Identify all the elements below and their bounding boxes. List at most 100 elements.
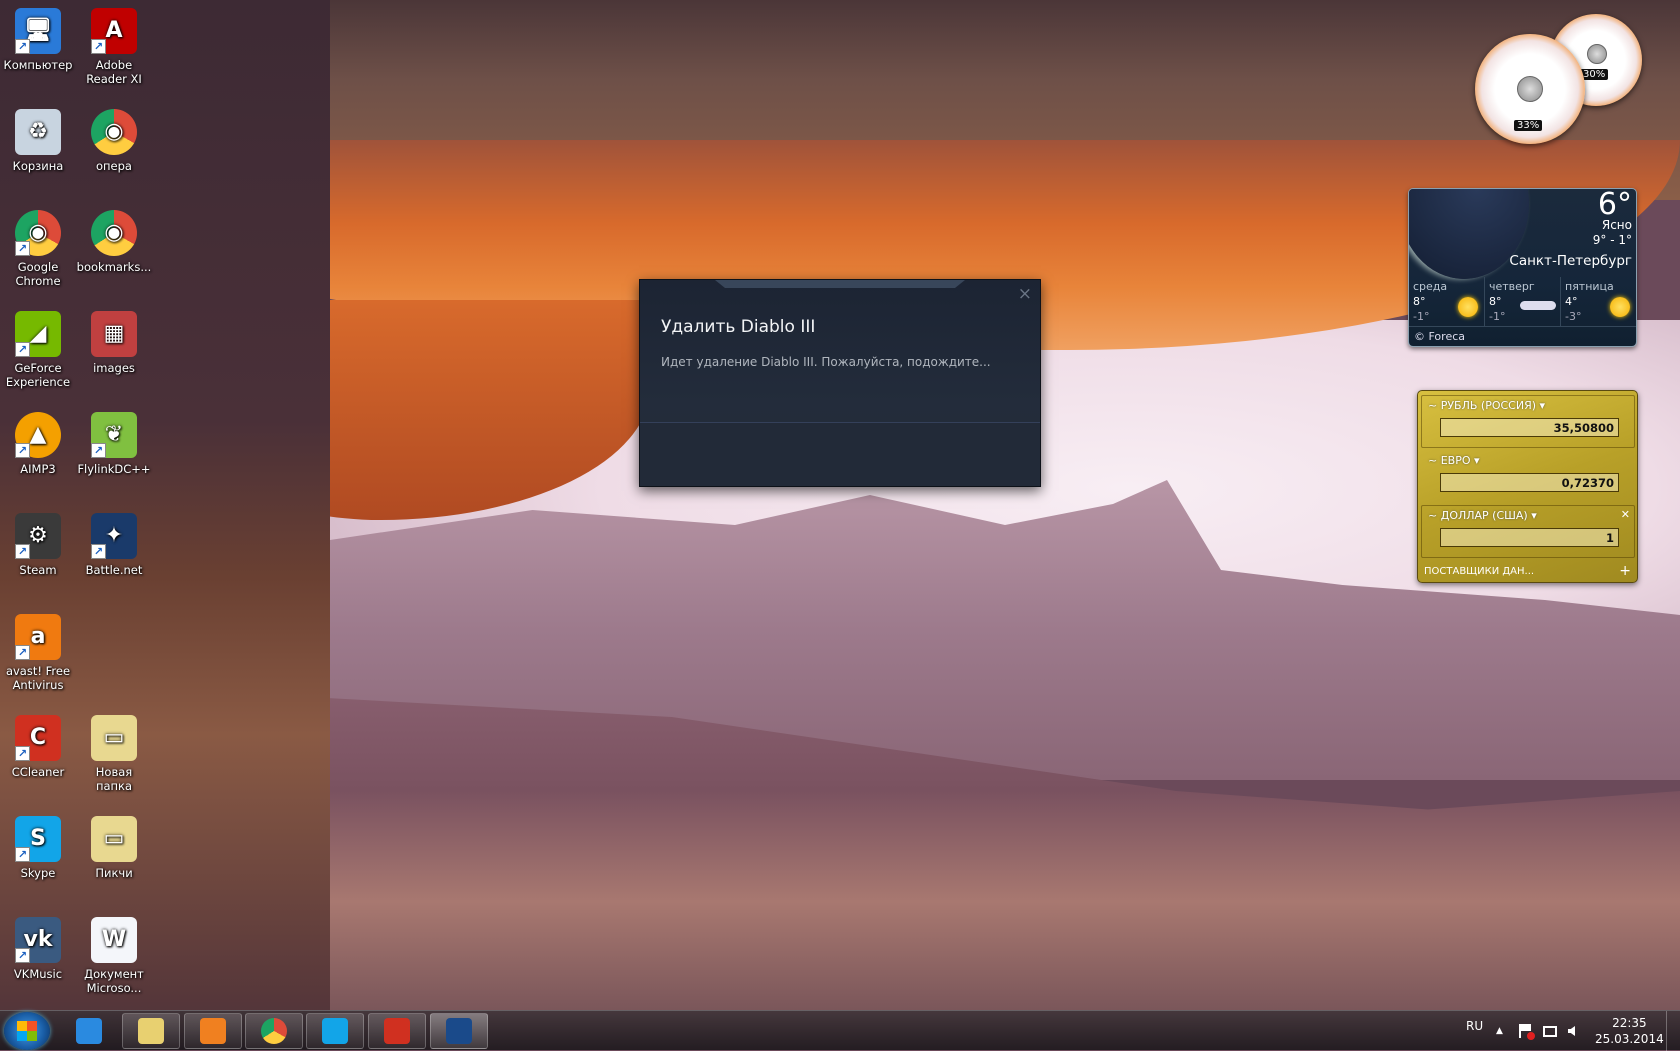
taskbar-chrome-button[interactable] [245,1013,303,1049]
currency-name-dropdown[interactable]: ~ РУБЛЬ (РОССИЯ) ▾ [1428,399,1545,412]
desktop-icon[interactable]: a ↗ avast! Free Antivirus [0,610,76,692]
icon-glyph: C [29,725,47,750]
sun-icon [1458,297,1478,317]
desktop-icon[interactable]: ◢ ↗ GeForce Experience [0,307,76,389]
adobe-reader-icon: A ↗ [91,8,137,54]
icon-glyph: ▭ [103,826,125,851]
shortcut-arrow-icon: ↗ [15,39,30,54]
data-providers-link[interactable]: ПОСТАВЩИКИ ДАН... [1424,566,1534,577]
weather-provider-link[interactable]: © Foreca [1409,326,1636,346]
trend-icon: ~ [1428,509,1438,522]
recycle-bin-icon: ♻ [15,109,61,155]
currency-value-input[interactable]: 35,50800 [1440,418,1619,437]
desktop-icon-label: Корзина [12,159,64,173]
action-center-flag-icon[interactable] [1519,1011,1535,1051]
desktop-icon[interactable]: ◉ bookmarks... [76,206,152,274]
shortcut-arrow-icon: ↗ [15,948,30,963]
city-name: Санкт-Петербург [1509,253,1632,269]
icon-glyph: W [101,927,127,952]
currency-value-input[interactable]: 1 [1440,528,1619,547]
forecast-day-name: четверг [1489,280,1535,293]
add-currency-icon[interactable]: + [1619,563,1631,579]
weather-condition: Ясно [1601,218,1632,232]
taskbar-internet-explorer-button[interactable] [60,1013,118,1049]
shortcut-arrow-icon: ↗ [15,847,30,862]
forecast-day-name: пятница [1565,280,1614,293]
icon-glyph: a [30,624,46,649]
temperature-range: 9° - 1° [1592,233,1632,247]
desktop-icon[interactable]: W Документ Microso... [76,913,152,995]
shortcut-arrow-icon: ↗ [15,746,30,761]
desktop-icon[interactable]: ◉ ↗ Google Chrome [0,206,76,288]
butterfly-icon: ❦ ↗ [91,412,137,458]
forecast-day: среда 8° -1° [1409,277,1485,327]
desktop-icon[interactable]: ▭ Пикчи [76,812,152,880]
internet-explorer-icon [76,1018,102,1044]
remove-currency-icon[interactable]: ✕ [1621,508,1630,521]
cloud-icon [1520,301,1556,310]
network-icon[interactable] [1543,1011,1557,1051]
memory-chip-icon [1587,44,1607,64]
taskbar-battlenet-button[interactable] [430,1013,488,1049]
folder-icon: ▭ [91,715,137,761]
forecast-day-name: среда [1413,280,1448,293]
taskbar: RU ▲ 22:35 25.03.2014 [0,1010,1680,1051]
currency-name-dropdown[interactable]: ~ ДОЛЛАР (США) ▾ [1428,509,1537,522]
icon-glyph: ♻ [28,119,48,144]
taskbar-windows-explorer-button[interactable] [122,1013,180,1049]
desktop-icon[interactable]: vk ↗ VKMusic [0,913,76,981]
desktop-icon-label: Компьютер [3,58,73,72]
desktop-icon[interactable]: ♻ Корзина [0,105,76,173]
uninstall-dialog: × Удалить Diablo III Идет удаление Diabl… [639,279,1041,487]
folder-icon: ▭ [91,816,137,862]
currency-name-dropdown[interactable]: ~ ЕВРО ▾ [1428,454,1480,467]
shortcut-arrow-icon: ↗ [15,342,30,357]
desktop-icon[interactable]: ❦ ↗ FlylinkDC++ [76,408,152,476]
taskbar-skype-button[interactable] [306,1013,364,1049]
close-icon[interactable]: × [1018,284,1032,304]
chrome-icon: ◉ [91,210,137,256]
clock-time: 22:35 [1612,1016,1647,1030]
taskbar-ccleaner-button[interactable] [368,1013,426,1049]
icon-glyph: ▭ [103,725,125,750]
trend-icon: ~ [1428,399,1438,412]
clock-date: 25.03.2014 [1595,1032,1664,1046]
icon-glyph: ✦ [104,523,124,548]
cpu-meter-gadget[interactable]: 30% 33% [1475,14,1650,144]
steam-icon: ⚙ ↗ [15,513,61,559]
desktop-icon[interactable]: 🖥 ↗ Компьютер [0,4,76,72]
desktop-icon[interactable]: ⚙ ↗ Steam [0,509,76,577]
desktop-icon-label: Battle.net [85,563,143,577]
desktop-icon-label: CCleaner [11,765,65,779]
desktop-icon[interactable]: ◉ опера [76,105,152,173]
desktop-icon[interactable]: S ↗ Skype [0,812,76,880]
desktop-icon[interactable]: ▭ Новая папка [76,711,152,793]
forecast-day: четверг 8° -1° [1485,277,1561,327]
start-button[interactable] [4,1012,50,1050]
show-desktop-button[interactable] [1666,1011,1680,1051]
language-indicator[interactable]: RU [1466,1006,1483,1046]
desktop-icon[interactable]: A ↗ Adobe Reader XI [76,4,152,86]
desktop-icon-label: avast! Free Antivirus [5,664,71,692]
icon-glyph: 🖥 [24,18,52,43]
volume-icon[interactable] [1568,1011,1575,1051]
currency-gadget[interactable]: ~ РУБЛЬ (РОССИЯ) ▾ 35,50800 ~ ЕВРО ▾ 0,7… [1417,390,1638,583]
desktop-icon[interactable]: ✦ ↗ Battle.net [76,509,152,577]
currency-value-input[interactable]: 0,72370 [1440,473,1619,492]
forecast-low: -1° [1489,310,1506,323]
desktop-icon-label: VKMusic [13,967,63,981]
desktop-icon[interactable]: ▦ images [76,307,152,375]
desktop-icon[interactable]: C ↗ CCleaner [0,711,76,779]
show-hidden-icons-button[interactable]: ▲ [1496,1011,1503,1051]
vkmusic-icon: vk ↗ [15,917,61,963]
battlenet-icon [446,1018,472,1044]
icon-glyph: ◉ [104,119,124,144]
dialog-tab-decoration [715,280,965,288]
icon-glyph: ▲ [29,422,47,447]
desktop-icon[interactable]: ▲ ↗ AIMP3 [0,408,76,476]
taskbar-media-player-button[interactable] [184,1013,242,1049]
weather-gadget[interactable]: 6° Ясно 9° - 1° Санкт-Петербург среда 8° -… [1408,188,1637,347]
ccleaner-icon: C ↗ [15,715,61,761]
windows-logo-icon [17,1021,37,1041]
clock[interactable]: 22:35 25.03.2014 [1595,1015,1664,1047]
